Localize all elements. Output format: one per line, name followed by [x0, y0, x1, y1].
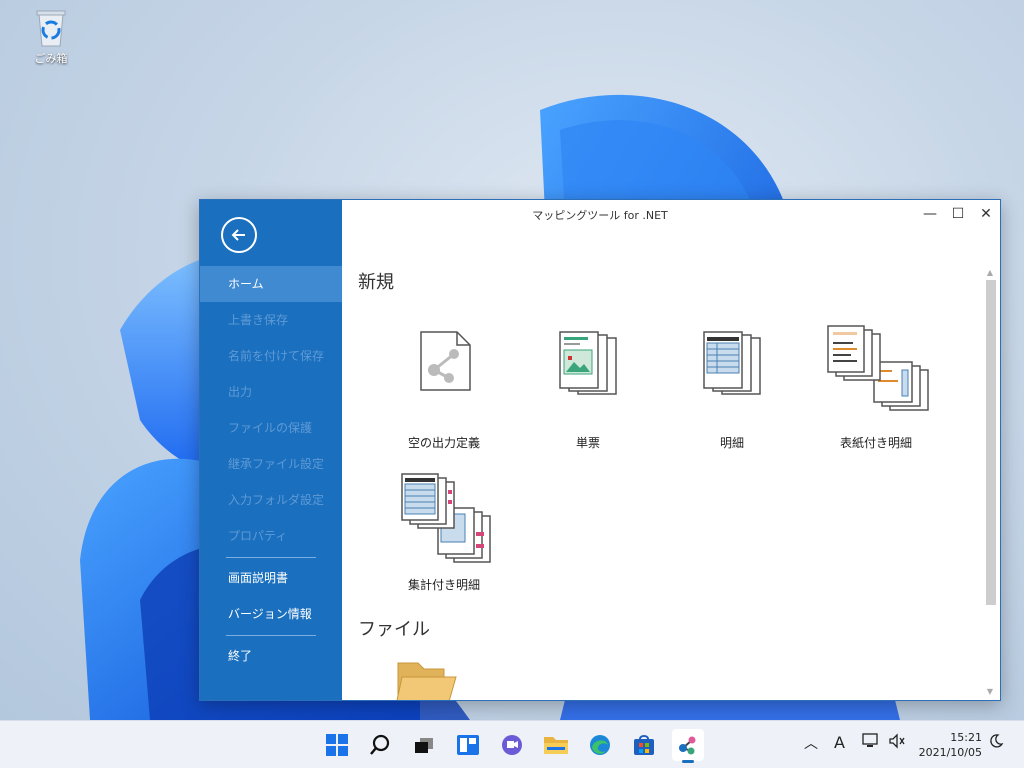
taskbar: ︿ A 15:21 2021/10/05 — [0, 720, 1024, 768]
nav-properties: プロパティ — [228, 529, 288, 543]
single-form-icon — [559, 331, 617, 395]
close-button[interactable]: ✕ — [974, 204, 998, 224]
recycle-bin[interactable]: ごみ箱 — [24, 8, 78, 66]
store-button[interactable] — [628, 729, 660, 761]
nav-output: 出力 — [228, 385, 253, 399]
sidebar-divider — [226, 635, 316, 636]
nav-file-protect: ファイルの保護 — [228, 421, 313, 435]
start-icon — [326, 734, 348, 756]
clock-date: 2021/10/05 — [918, 746, 982, 759]
clock-time: 15:21 — [950, 731, 982, 744]
template-label: 空の出力定義 — [407, 436, 480, 450]
template-label: 表紙付き明細 — [839, 436, 912, 450]
search-icon — [370, 734, 390, 755]
app-window: ホーム 上書き保存 名前を付けて保存 出力 ファイルの保護 継承ファイル設定 入… — [199, 199, 1001, 701]
open-folder-tile[interactable] — [394, 655, 460, 700]
scroll-up-arrow[interactable]: ▲ — [984, 268, 996, 278]
folder-icon — [396, 662, 457, 700]
nav-inherit-settings: 継承ファイル設定 — [228, 457, 325, 471]
active-app-indicator — [682, 760, 694, 763]
template-cover-detail[interactable]: 表紙付き明細 — [806, 320, 946, 460]
nav-screen-manual[interactable]: 画面説明書 — [200, 560, 342, 596]
nav-version-info[interactable]: バージョン情報 — [200, 596, 342, 632]
edge-icon — [590, 735, 610, 755]
summary-detail-icon — [401, 473, 491, 563]
main-content: マッピングツール for .NET — ☐ ✕ 新規 空の出力定義 単票 明細 … — [342, 200, 1000, 700]
blank-document-icon — [420, 331, 471, 391]
edge-button[interactable] — [584, 729, 616, 761]
template-summary-detail[interactable]: 集計付き明細 — [374, 462, 514, 602]
scrollbar-thumb[interactable] — [986, 280, 996, 605]
volume-icon[interactable] — [888, 733, 906, 753]
file-explorer-icon — [544, 737, 568, 754]
ime-indicator[interactable]: A — [834, 733, 845, 752]
template-single-form[interactable]: 単票 — [518, 320, 658, 460]
do-not-disturb-moon-icon[interactable] — [988, 733, 1004, 753]
mapping-tool-taskbar-button[interactable] — [672, 729, 704, 763]
nav-save: 上書き保存 — [228, 313, 289, 327]
back-button[interactable] — [221, 217, 257, 253]
nav-save-as: 名前を付けて保存 — [228, 349, 325, 363]
template-label: 単票 — [575, 436, 600, 450]
store-icon — [634, 735, 654, 755]
template-blank[interactable]: 空の出力定義 — [374, 320, 514, 460]
template-detail[interactable]: 明細 — [662, 320, 802, 460]
search-button[interactable] — [364, 729, 396, 761]
window-title: マッピングツール for .NET — [532, 209, 668, 222]
mapping-tool-icon — [679, 736, 696, 755]
chat-button[interactable] — [496, 729, 528, 761]
widgets-button[interactable] — [452, 729, 484, 761]
nav-home[interactable]: ホーム — [200, 266, 342, 302]
cover-detail-icon — [827, 325, 929, 411]
template-label: 集計付き明細 — [407, 578, 480, 592]
tray-overflow-chevron-icon[interactable]: ︿ — [804, 733, 818, 753]
template-label: 明細 — [719, 436, 744, 450]
widgets-icon — [457, 735, 479, 755]
chat-icon — [502, 735, 522, 755]
recycle-bin-label: ごみ箱 — [34, 52, 68, 65]
start-button[interactable] — [321, 729, 353, 761]
section-file-heading: ファイル — [358, 619, 430, 640]
section-new-heading: 新規 — [358, 272, 394, 293]
task-view-icon — [415, 738, 433, 753]
nav-input-folder: 入力フォルダ設定 — [228, 493, 325, 507]
minimize-button[interactable]: — — [918, 204, 942, 224]
backstage-sidebar: ホーム 上書き保存 名前を付けて保存 出力 ファイルの保護 継承ファイル設定 入… — [200, 200, 342, 700]
file-explorer-button[interactable] — [540, 729, 572, 761]
detail-list-icon — [703, 331, 761, 395]
nav-exit[interactable]: 終了 — [200, 638, 342, 674]
maximize-button[interactable]: ☐ — [946, 204, 970, 224]
task-view-button[interactable] — [408, 729, 440, 761]
sidebar-divider — [226, 557, 316, 558]
network-icon[interactable] — [862, 733, 880, 753]
back-arrow-icon — [231, 229, 245, 241]
system-clock[interactable]: 15:21 2021/10/05 — [919, 730, 982, 760]
recycle-bin-icon — [34, 8, 68, 48]
scroll-down-arrow[interactable]: ▼ — [984, 687, 996, 697]
